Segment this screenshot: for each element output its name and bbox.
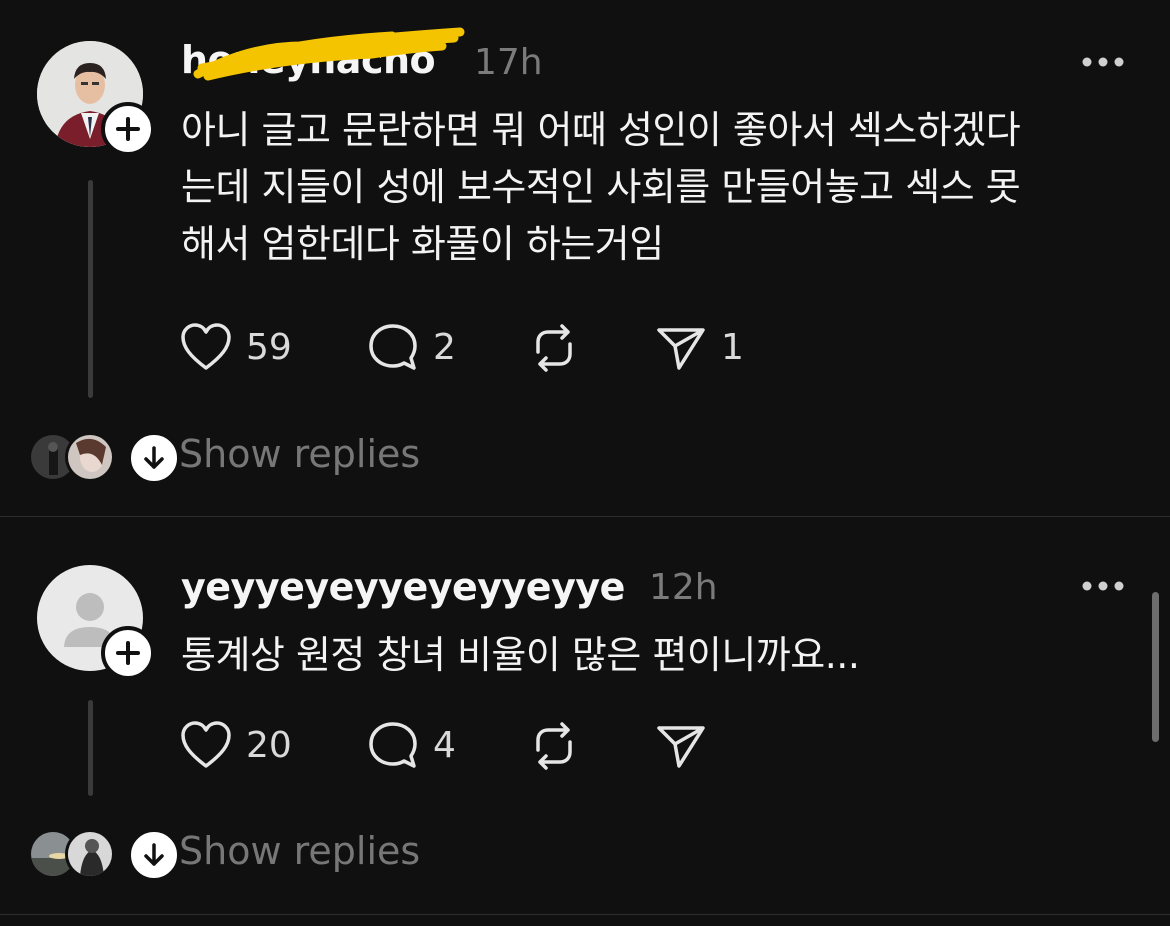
- thread-line: [88, 700, 93, 796]
- expand-replies-button[interactable]: [128, 432, 180, 484]
- reply-count: 2: [433, 326, 456, 368]
- like-count: 59: [246, 326, 292, 368]
- follow-button[interactable]: [101, 102, 155, 156]
- repost-button[interactable]: [528, 720, 580, 772]
- arrow-down-icon: [144, 446, 164, 469]
- speech-bubble-icon: [369, 324, 417, 370]
- post-time: 17h: [474, 42, 543, 83]
- show-replies-link[interactable]: Show replies: [179, 829, 420, 873]
- reply-button[interactable]: 2: [367, 322, 456, 372]
- redaction-scribble: [193, 27, 465, 81]
- more-icon[interactable]: [1081, 580, 1125, 592]
- avatar: [65, 829, 115, 879]
- send-icon: [657, 726, 705, 768]
- expand-replies-button[interactable]: [128, 829, 180, 881]
- more-icon[interactable]: [1081, 56, 1125, 68]
- follow-button[interactable]: [101, 626, 155, 680]
- reply-avatars[interactable]: [28, 432, 180, 484]
- username[interactable]: yeyyeyeyyeyeyyeyye: [181, 565, 625, 609]
- heart-icon: [181, 323, 231, 370]
- arrow-down-icon: [144, 843, 164, 866]
- repost-button[interactable]: [528, 322, 580, 374]
- show-replies-link[interactable]: Show replies: [179, 432, 420, 476]
- like-count: 20: [246, 724, 292, 766]
- plus-icon: [116, 641, 140, 665]
- share-button[interactable]: [655, 720, 707, 770]
- post-body: 아니 글고 문란하면 뭐 어때 성인이 좋아서 섹스하겠다 는데 지들이 성에 …: [181, 108, 1021, 266]
- share-button[interactable]: 1: [655, 322, 744, 372]
- plus-icon: [116, 117, 140, 141]
- thread-line: [88, 180, 93, 398]
- post-time: 12h: [649, 567, 718, 608]
- thread-post: yeyyeyeyyeyeyyeyye 12h 통계상 원정 창녀 비율이 많은 …: [0, 517, 1170, 914]
- post-body: 통계상 원정 창녀 비율이 많은 편이니까요...: [181, 633, 860, 677]
- speech-bubble-icon: [369, 722, 417, 768]
- repost-icon: [536, 324, 572, 372]
- scrollbar[interactable]: [1152, 592, 1159, 742]
- reply-button[interactable]: 4: [367, 720, 456, 770]
- heart-icon: [181, 721, 231, 768]
- repost-icon: [536, 722, 572, 770]
- thread-post: honeyhacho 17h 아니 글고 문란하면 뭐 어때 성인이 좋아서 섹…: [0, 0, 1170, 516]
- send-icon: [657, 328, 705, 370]
- avatar: [65, 432, 115, 482]
- like-button[interactable]: 59: [180, 322, 292, 372]
- like-button[interactable]: 20: [180, 720, 292, 770]
- divider: [0, 914, 1170, 915]
- share-count: 1: [721, 326, 744, 368]
- reply-count: 4: [433, 724, 456, 766]
- reply-avatars[interactable]: [28, 829, 180, 881]
